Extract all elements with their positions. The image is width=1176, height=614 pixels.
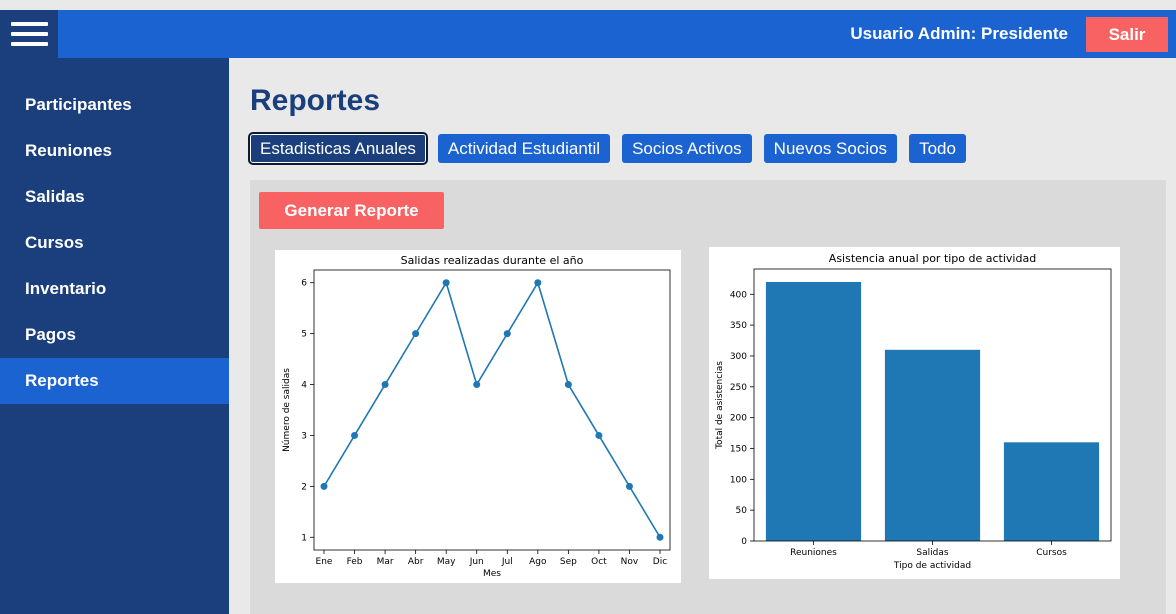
- x-axis-label: Tipo de actividad: [893, 561, 971, 571]
- x-tick-label-salidas: Salidas: [916, 548, 948, 558]
- sidebar-item-participantes[interactable]: Participantes: [0, 82, 229, 128]
- y-axis-label: Número de salidas: [282, 368, 292, 452]
- data-point-feb: [351, 431, 359, 439]
- x-tick-label-sep: Sep: [560, 557, 577, 567]
- sidebar-item-inventario[interactable]: Inventario: [0, 266, 229, 312]
- data-point-may: [442, 279, 450, 287]
- sidebar-item-reportes[interactable]: Reportes: [0, 358, 229, 404]
- x-tick-label-nov: Nov: [621, 557, 639, 567]
- y-tick-label: 2: [301, 482, 307, 492]
- logout-button[interactable]: Salir: [1086, 17, 1168, 52]
- line-chart-card: Salidas realizadas durante el año 1 2 3 4 5 6 E…: [275, 250, 681, 583]
- x-tick-label-jul: Jul: [501, 557, 513, 567]
- top-bar: Usuario Admin: Presidente Salir: [0, 10, 1176, 58]
- data-point-jun: [473, 381, 481, 389]
- report-tabs: Estadisticas Anuales Actividad Estudiant…: [248, 132, 978, 165]
- x-tick-label-ago: Ago: [529, 557, 547, 567]
- bar-salidas: [884, 349, 981, 541]
- x-tick-label-abr: Abr: [408, 557, 424, 567]
- y-tick-label: 4: [301, 381, 307, 391]
- tab-actividad-estudiantil[interactable]: Actividad Estudiantil: [437, 134, 611, 163]
- line-chart: Salidas realizadas durante el año 1 2 3 4 5 6 E…: [282, 254, 671, 579]
- y-tick-label: 200: [730, 414, 747, 424]
- y-tick-label: 0: [741, 537, 747, 547]
- bar-chart: Asistencia anual por tipo de actividad 0 5…: [715, 252, 1112, 571]
- generate-report-button[interactable]: Generar Reporte: [259, 192, 444, 229]
- data-point-mar: [381, 381, 389, 389]
- y-tick-label: 50: [736, 506, 748, 516]
- x-tick-label-ene: Ene: [316, 557, 333, 567]
- x-tick-label-cursos: Cursos: [1036, 548, 1067, 558]
- data-point-nov: [625, 482, 633, 490]
- bar-cursos: [1003, 442, 1100, 541]
- data-point-jul: [503, 330, 511, 338]
- y-tick-label: 250: [730, 383, 747, 393]
- chart-title: Asistencia anual por tipo de actividad: [829, 252, 1036, 265]
- sidebar-item-cursos[interactable]: Cursos: [0, 220, 229, 266]
- sidebar: Participantes Reuniones Salidas Cursos I…: [0, 58, 229, 614]
- data-point-oct: [595, 431, 603, 439]
- bar-chart-card: Asistencia anual por tipo de actividad 0 5…: [709, 247, 1120, 579]
- data-point-dic: [656, 533, 664, 541]
- y-tick-label: 3: [301, 431, 307, 441]
- hamburger-menu-icon[interactable]: [0, 10, 58, 58]
- data-point-ene: [320, 482, 328, 490]
- x-tick-label-may: May: [437, 557, 456, 567]
- data-point-abr: [412, 330, 420, 338]
- x-tick-label-feb: Feb: [347, 557, 363, 567]
- bar-reuniones: [765, 281, 862, 541]
- app-window: Usuario Admin: Presidente Salir Particip…: [0, 0, 1176, 614]
- tab-todo[interactable]: Todo: [909, 134, 966, 163]
- y-tick-label: 100: [730, 475, 747, 485]
- x-tick-label-dic: Dic: [653, 557, 667, 567]
- user-label: Usuario Admin: Presidente: [850, 24, 1068, 43]
- x-tick-label-oct: Oct: [591, 557, 607, 567]
- sidebar-item-salidas[interactable]: Salidas: [0, 174, 229, 220]
- x-axis-label: Mes: [483, 569, 501, 579]
- data-point-sep: [564, 381, 572, 389]
- y-tick-label: 300: [730, 352, 747, 362]
- tab-nuevos-socios[interactable]: Nuevos Socios: [763, 134, 898, 163]
- chart-title: Salidas realizadas durante el año: [401, 254, 584, 267]
- y-tick-label: 1: [301, 533, 307, 543]
- tab-estadisticas-anuales[interactable]: Estadisticas Anuales: [248, 132, 428, 165]
- sidebar-item-reuniones[interactable]: Reuniones: [0, 128, 229, 174]
- page-title: Reportes: [250, 84, 381, 117]
- data-point-ago: [534, 279, 542, 287]
- plot-frame: [313, 269, 671, 551]
- tab-socios-activos[interactable]: Socios Activos: [622, 134, 752, 163]
- y-tick-label: 400: [730, 290, 747, 300]
- y-tick-label: 6: [301, 279, 307, 289]
- x-tick-label-reuniones: Reuniones: [790, 548, 837, 558]
- report-panel: Generar Reporte Salidas realizadas duran…: [250, 180, 1166, 614]
- y-tick-label: 5: [301, 330, 307, 340]
- sidebar-item-pagos[interactable]: Pagos: [0, 312, 229, 358]
- x-tick-label-jun: Jun: [469, 557, 484, 567]
- x-tick-label-mar: Mar: [377, 557, 394, 567]
- y-tick-label: 150: [730, 444, 747, 454]
- series-line: [323, 280, 661, 538]
- y-tick-label: 350: [730, 321, 747, 331]
- y-axis-label: Total de asistencias: [715, 361, 725, 450]
